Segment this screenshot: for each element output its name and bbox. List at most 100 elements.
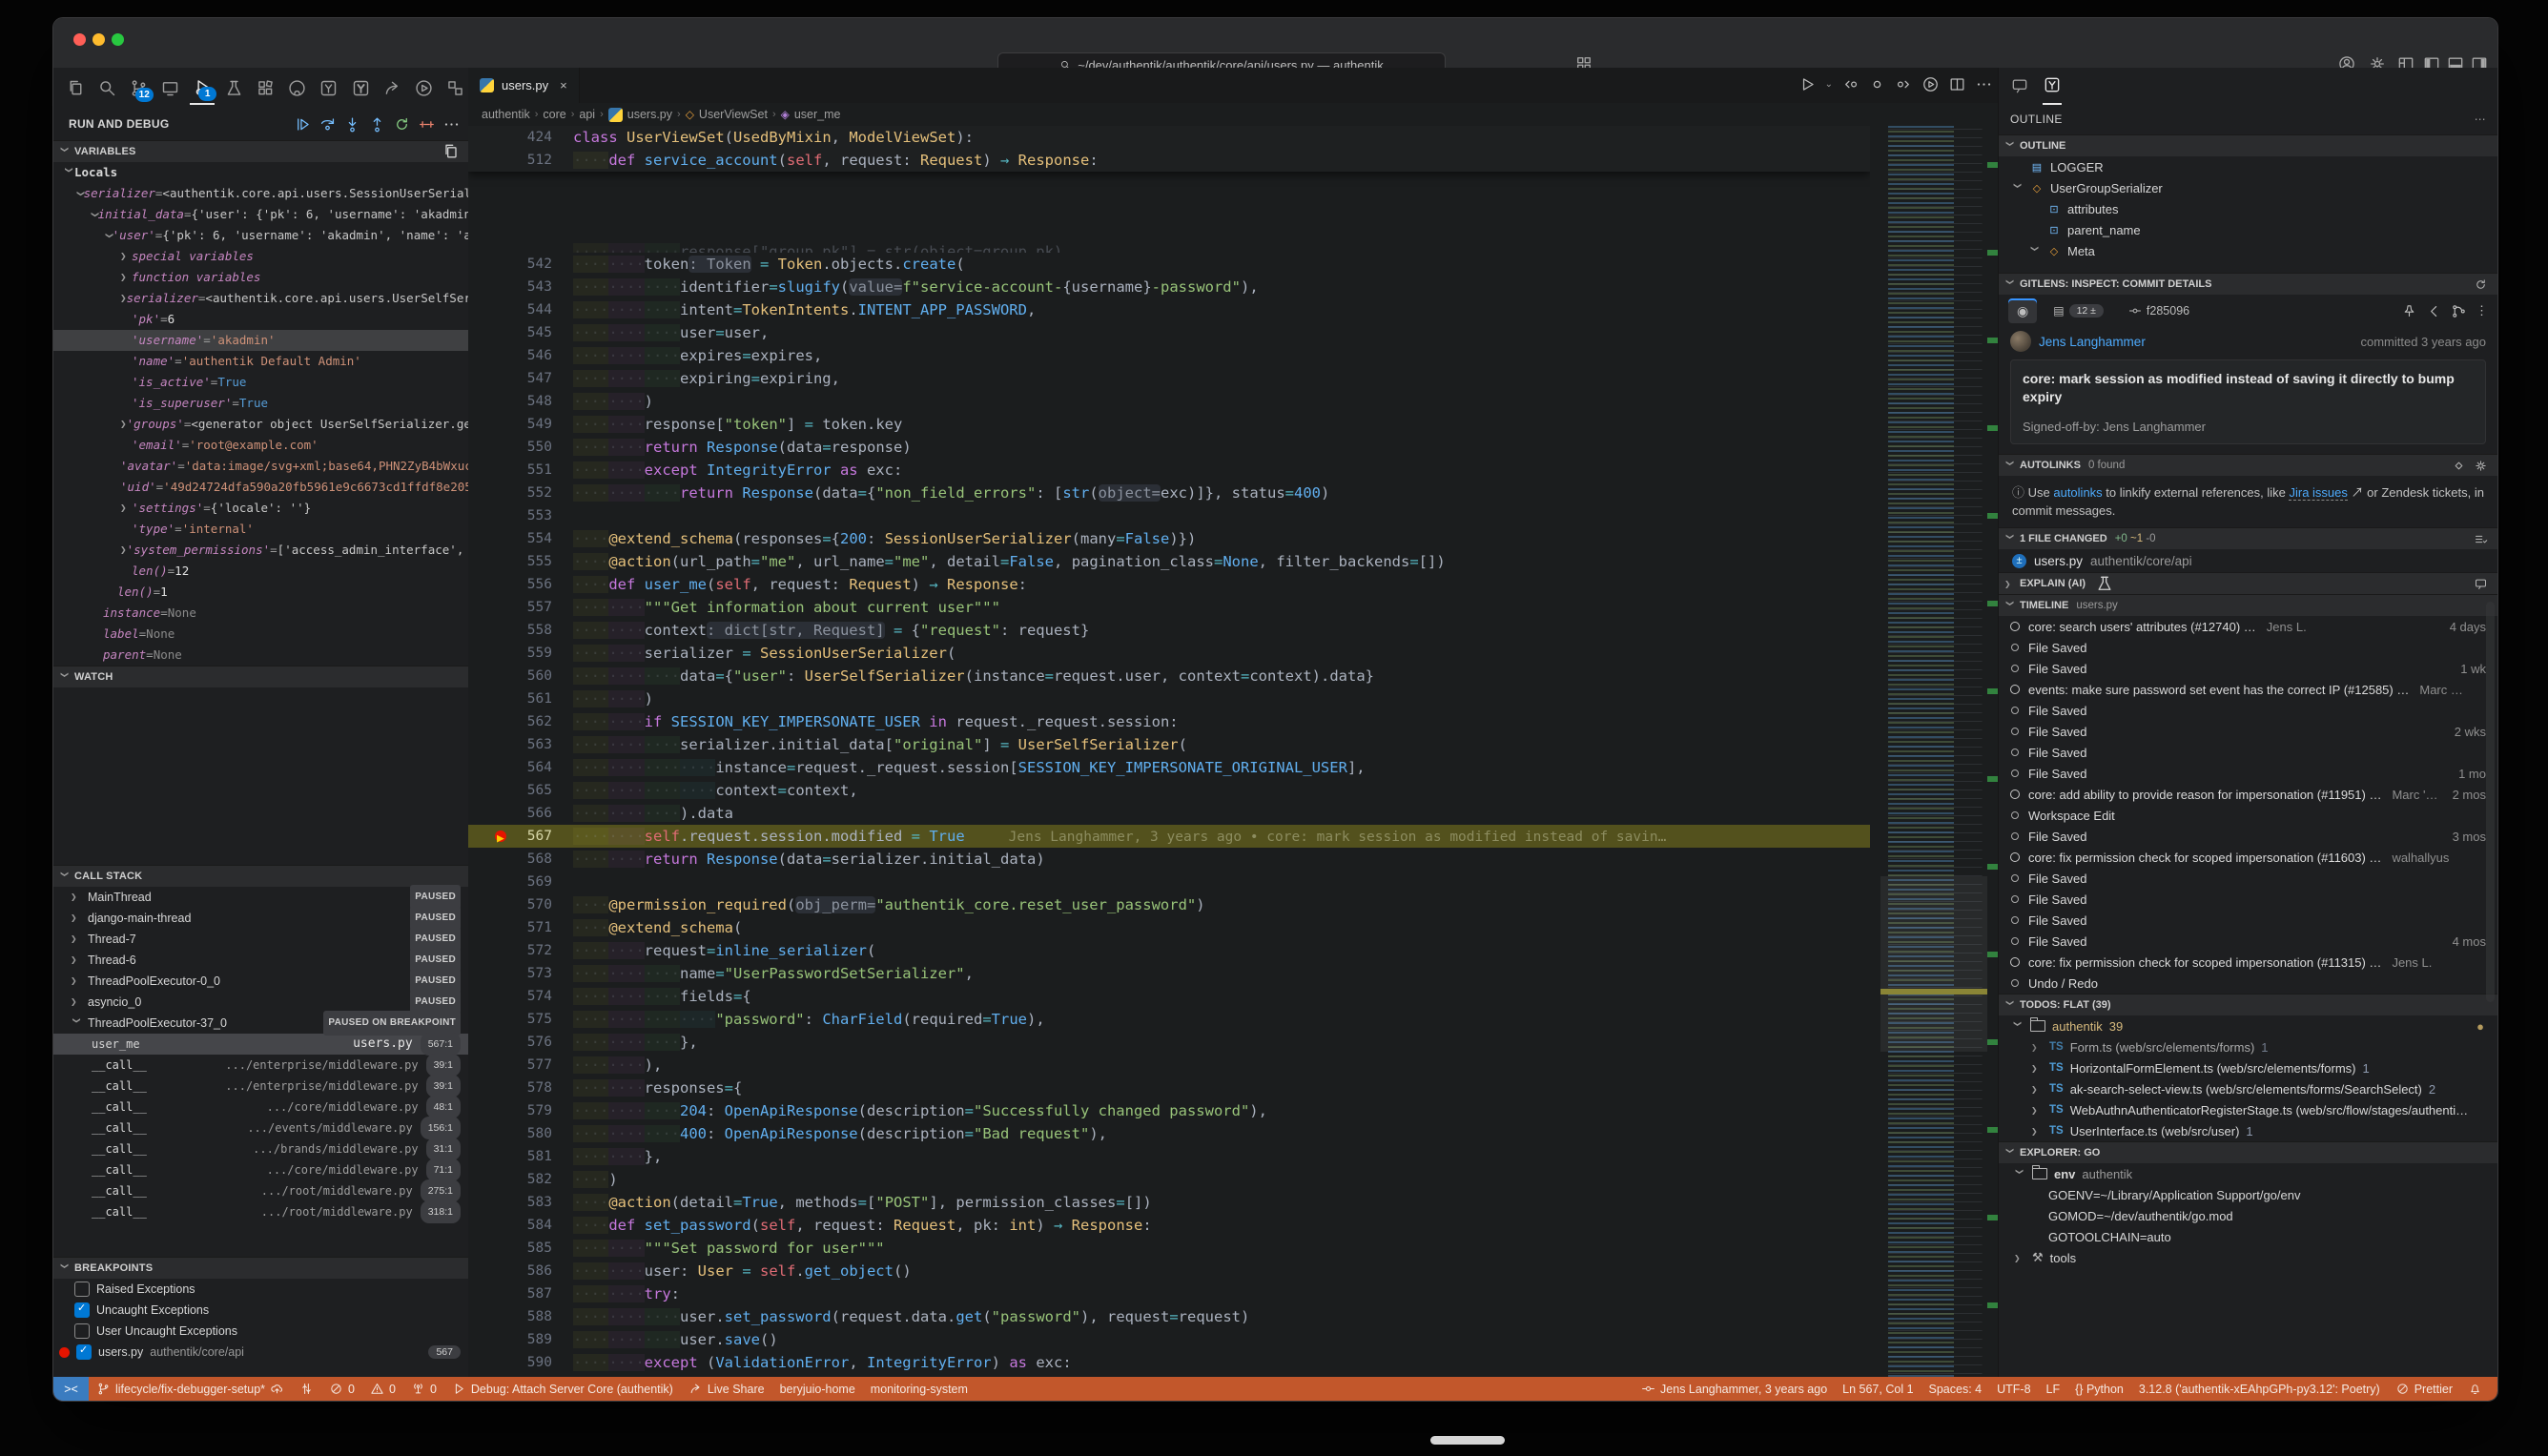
- activity-gitlens-icon[interactable]: [317, 72, 341, 104]
- autolinks-link[interactable]: autolinks: [2053, 485, 2102, 500]
- thread-row[interactable]: ❯Thread-7PAUSED: [53, 929, 468, 950]
- code-line[interactable]: 582····): [468, 1168, 1870, 1191]
- breadcrumb-item[interactable]: authentik: [482, 108, 530, 121]
- explorer-go-section-header[interactable]: ❯EXPLORER: GO: [1999, 1141, 2497, 1163]
- activity-code-runner-icon[interactable]: [412, 72, 437, 104]
- timeline-item[interactable]: File Saved: [1999, 889, 2497, 910]
- collapse-all-icon[interactable]: [442, 142, 461, 161]
- variable-row[interactable]: ❯serializer = <authentik.core.api.users.…: [53, 288, 468, 309]
- split-editor-icon[interactable]: [1948, 75, 1966, 93]
- variable-row[interactable]: ❯Locals: [53, 162, 468, 183]
- go-env-row[interactable]: ❯ env authentik: [1999, 1163, 2497, 1184]
- breadcrumb-item[interactable]: core: [543, 108, 565, 121]
- code-line[interactable]: 566············).data: [468, 802, 1870, 825]
- disconnect-icon[interactable]: [418, 115, 436, 133]
- code-line[interactable]: 558········context: dict[str, Request] =…: [468, 619, 1870, 642]
- status-python-interpreter[interactable]: 3.12.8 ('authentik-xEAhpGPh-py3.12': Poe…: [2131, 1377, 2388, 1401]
- breakpoint-row[interactable]: User Uncaught Exceptions: [53, 1321, 468, 1342]
- activity-explorer-icon[interactable]: [63, 72, 88, 104]
- activity-github-icon[interactable]: [285, 72, 310, 104]
- timeline-item[interactable]: File Saved: [1999, 868, 2497, 889]
- breadcrumb-item[interactable]: user_me: [794, 108, 841, 121]
- activity-search-icon[interactable]: [94, 72, 119, 104]
- status-notifications[interactable]: [2460, 1377, 2490, 1401]
- code-line[interactable]: 574············fields={: [468, 985, 1870, 1008]
- jira-link[interactable]: Jira issues: [2289, 485, 2347, 501]
- kebab-icon[interactable]: ⋮: [2476, 303, 2488, 318]
- code-line[interactable]: 567········self.request.session.modified…: [468, 825, 1870, 848]
- step-into-icon[interactable]: [343, 115, 361, 133]
- variable-row[interactable]: 'uid' = '49d24724dfa590a20fb5961e9c6673c…: [53, 477, 468, 498]
- code-line[interactable]: 572········request=inline_serializer(: [468, 939, 1870, 962]
- timeline-item[interactable]: File Saved: [1999, 637, 2497, 658]
- variable-row[interactable]: 'type' = 'internal': [53, 519, 468, 540]
- code-line[interactable]: 575················"password": CharField…: [468, 1008, 1870, 1031]
- gitlens-section-header[interactable]: ❯GITLENS: INSPECT: COMMIT DETAILS: [1999, 273, 2497, 295]
- next-change-icon[interactable]: [1895, 75, 1913, 93]
- timeline-item[interactable]: File Saved: [1999, 742, 2497, 763]
- timeline-section-header[interactable]: ❯TIMELINE users.py: [1999, 594, 2497, 616]
- breakpoint-row[interactable]: users.pyauthentik/core/api567: [53, 1342, 468, 1363]
- code-line[interactable]: 587········try:: [468, 1282, 1870, 1305]
- breadcrumb-item[interactable]: UserViewSet: [699, 108, 768, 121]
- run-dropdown-icon[interactable]: ⌄: [1825, 79, 1833, 90]
- tab-stashes[interactable]: ▤12 ±: [2045, 298, 2112, 323]
- variable-row[interactable]: ❯'groups' = <generator object UserSelfSe…: [53, 414, 468, 435]
- timeline-item[interactable]: File Saved1 mo: [1999, 763, 2497, 784]
- scrollbar[interactable]: [2486, 602, 2495, 1002]
- code-line[interactable]: 586········user: User = self.get_object(…: [468, 1260, 1870, 1282]
- variable-row[interactable]: 'pk' = 6: [53, 309, 468, 330]
- code-line[interactable]: 581········},: [468, 1145, 1870, 1168]
- variable-row[interactable]: ❯function variables: [53, 267, 468, 288]
- more-actions-icon[interactable]: ⋯: [2475, 113, 2486, 126]
- activity-run-and-debug-icon[interactable]: 1: [190, 71, 215, 105]
- breadcrumb-item[interactable]: users.py: [627, 108, 672, 121]
- explain-ai-section-header[interactable]: ❯EXPLAIN (AI): [1999, 572, 2497, 594]
- outline-item-UserGroupSerializer[interactable]: ❯◇UserGroupSerializer: [1999, 177, 2497, 198]
- status-indentation[interactable]: Spaces: 4: [1921, 1377, 1990, 1401]
- status-host[interactable]: beryjuio-home: [772, 1377, 863, 1401]
- minimize-window-button[interactable]: [92, 33, 105, 46]
- variable-row[interactable]: 'email' = 'root@example.com': [53, 435, 468, 456]
- variable-row[interactable]: 'avatar' = 'data:image/svg+xml;base64,PH…: [53, 456, 468, 477]
- status-prettier[interactable]: Prettier: [2388, 1377, 2460, 1401]
- code-line[interactable]: 559········serializer = SessionUserSeria…: [468, 642, 1870, 665]
- tab-users-py[interactable]: users.py ×: [468, 68, 580, 103]
- close-tab-icon[interactable]: ×: [560, 78, 567, 92]
- variable-row[interactable]: label = None: [53, 624, 468, 645]
- code-line[interactable]: 580············400: OpenApiResponse(desc…: [468, 1122, 1870, 1145]
- timeline-item[interactable]: Workspace Edit: [1999, 805, 2497, 826]
- run-or-debug-icon[interactable]: [1921, 75, 1940, 93]
- call-stack-section-header[interactable]: ❯CALL STACK: [53, 865, 468, 887]
- status-warnings[interactable]: 0: [362, 1377, 403, 1401]
- stack-frame-row[interactable]: __call__.../root/middleware.py318:1: [53, 1201, 468, 1222]
- variable-row[interactable]: ❯'settings' = {'locale': ''}: [53, 498, 468, 519]
- continue-icon[interactable]: [294, 115, 312, 133]
- minimap[interactable]: [1880, 126, 1987, 1377]
- status-branch[interactable]: lifecycle/fix-debugger-setup*: [89, 1377, 292, 1401]
- run-python-file-icon[interactable]: [1798, 75, 1817, 93]
- code-line[interactable]: 554····@extend_schema(responses={200: Se…: [468, 527, 1870, 550]
- activity-extensions-icon[interactable]: [253, 72, 277, 104]
- thread-row[interactable]: ❯django-main-threadPAUSED: [53, 908, 468, 929]
- status-ports[interactable]: 0: [403, 1377, 444, 1401]
- timeline-item[interactable]: File Saved2 wks: [1999, 721, 2497, 742]
- code-line[interactable]: 564················instance=request._req…: [468, 756, 1870, 779]
- tab-commit-overview[interactable]: ◉: [2008, 298, 2037, 323]
- outline-item-LOGGER[interactable]: ▤LOGGER: [1999, 156, 2497, 177]
- more-actions-icon[interactable]: [1975, 75, 1993, 93]
- breakpoint-row[interactable]: Uncaught Exceptions: [53, 1300, 468, 1321]
- more-icon[interactable]: [442, 115, 461, 133]
- code-line[interactable]: 545············user=user,: [468, 321, 1870, 344]
- close-window-button[interactable]: [73, 33, 86, 46]
- timeline-item[interactable]: Undo / Redo: [1999, 973, 2497, 994]
- status-blame[interactable]: Jens Langhammer, 3 years ago: [1634, 1377, 1835, 1401]
- code-line[interactable]: 565················context=context,: [468, 779, 1870, 802]
- timeline-item[interactable]: File Saved1 wk: [1999, 658, 2497, 679]
- thread-row[interactable]: ❯ThreadPoolExecutor-37_0PAUSED ON BREAKP…: [53, 1013, 468, 1034]
- status-monitoring[interactable]: monitoring-system: [863, 1377, 976, 1401]
- code-line[interactable]: 583····@action(detail=True, methods=["PO…: [468, 1191, 1870, 1214]
- variable-row[interactable]: len() = 12: [53, 561, 468, 582]
- variable-row[interactable]: 'name' = 'authentik Default Admin': [53, 351, 468, 372]
- code-line[interactable]: 549········response["token"] = token.key: [468, 413, 1870, 436]
